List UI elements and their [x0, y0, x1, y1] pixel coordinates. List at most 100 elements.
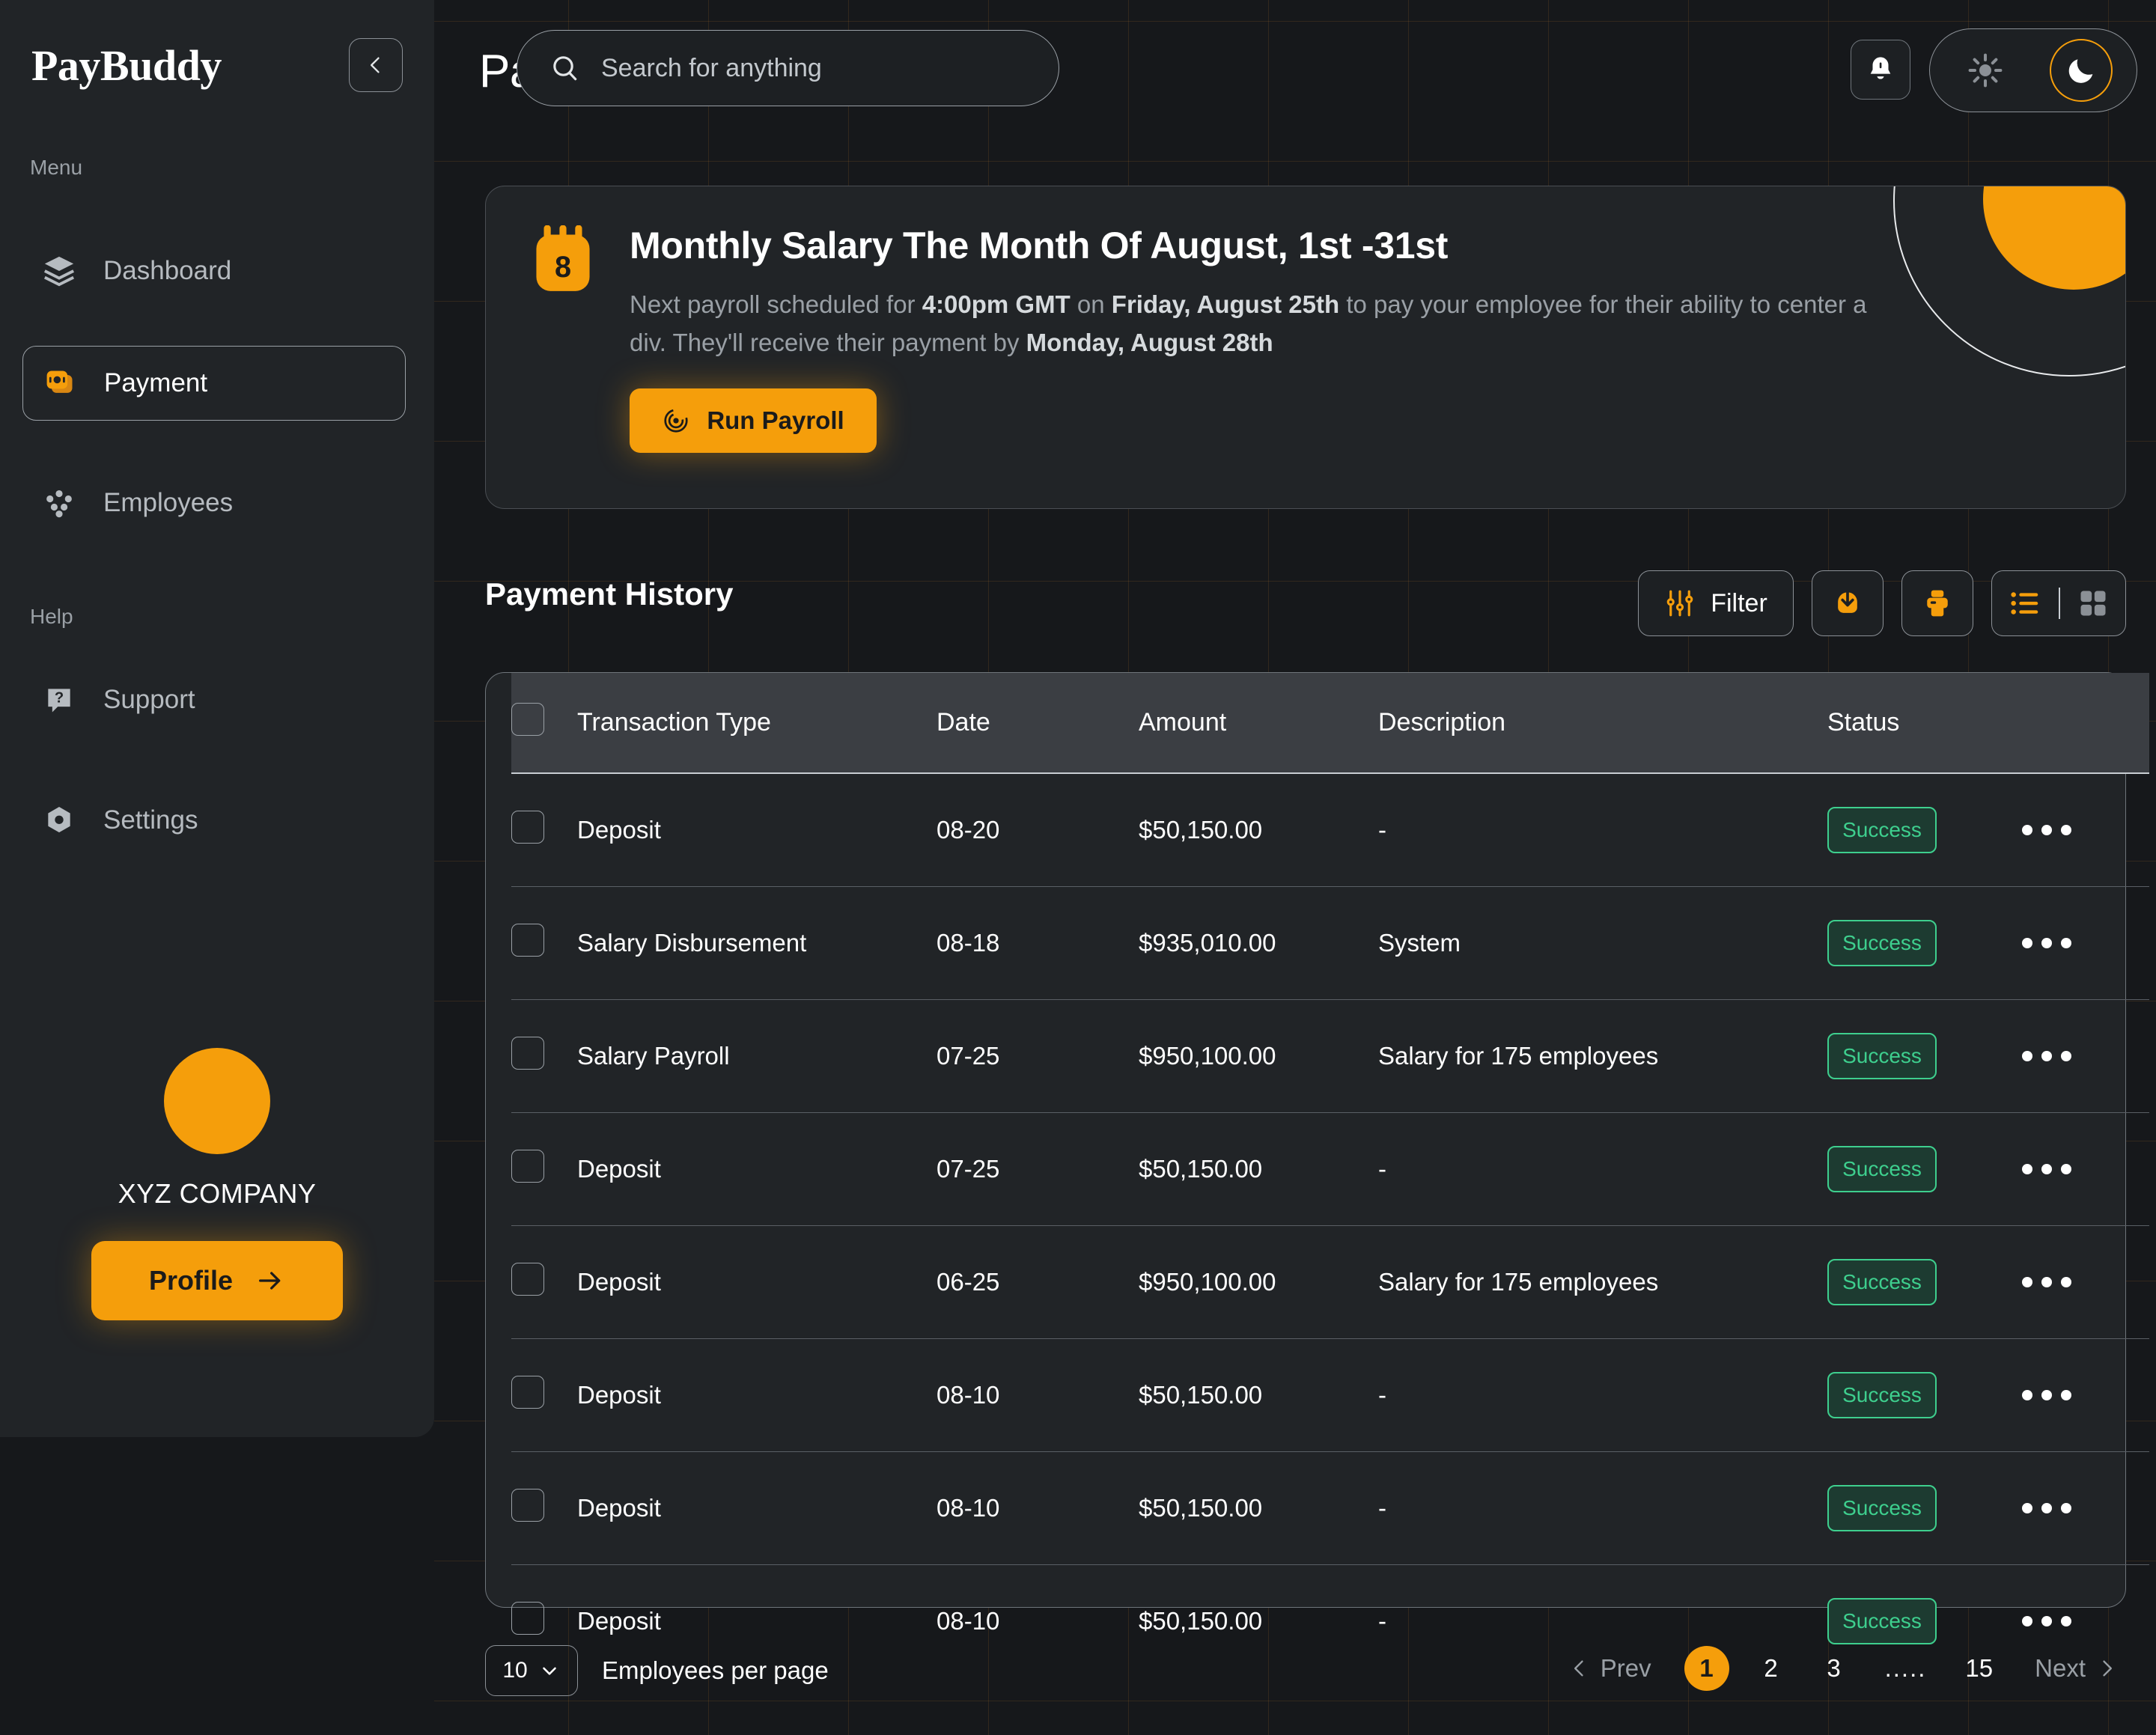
- layers-icon: [42, 254, 76, 288]
- pagination-next-label: Next: [2035, 1654, 2086, 1682]
- row-checkbox[interactable]: [511, 1376, 544, 1409]
- print-icon: [1927, 590, 1948, 617]
- list-view-icon[interactable]: [2008, 586, 2042, 620]
- run-payroll-button[interactable]: Run Payroll: [630, 388, 877, 454]
- table-row: Deposit 08-10 $50,150.00- Success: [511, 1338, 2149, 1452]
- sidebar-item-support[interactable]: ? Support: [22, 662, 406, 737]
- cell-actions: [2022, 1338, 2149, 1452]
- sidebar-item-dashboard[interactable]: Dashboard: [22, 234, 406, 308]
- cell-actions: [2022, 999, 2149, 1113]
- sun-icon: [1968, 53, 2003, 88]
- cell-amount: $50,150.00: [1139, 1451, 1378, 1565]
- theme-toggle[interactable]: [1929, 28, 2137, 112]
- table-body: Deposit 08-20 $50,150.00- Success Salary Dis…: [511, 773, 2149, 1677]
- question-chat-icon: ?: [42, 683, 76, 717]
- row-more-button[interactable]: [2022, 825, 2149, 835]
- cell-actions: [2022, 1112, 2149, 1226]
- cell-amount: $50,150.00: [1139, 1112, 1378, 1226]
- filter-button[interactable]: Filter: [1638, 570, 1794, 636]
- search-box[interactable]: [517, 30, 1059, 106]
- sidebar-item-payment[interactable]: Payment: [22, 346, 406, 421]
- row-select-cell: [511, 1451, 577, 1565]
- row-checkbox[interactable]: [511, 1489, 544, 1522]
- status-badge: Success: [1827, 807, 1937, 853]
- rows-per-page-select[interactable]: 10: [485, 1645, 578, 1696]
- pagination-page-15[interactable]: 15: [1956, 1645, 2002, 1692]
- print-button[interactable]: [1901, 570, 1973, 636]
- cell-date: 08-10: [937, 1607, 1000, 1635]
- profile-button[interactable]: Profile: [91, 1241, 343, 1320]
- row-more-button[interactable]: [2022, 1051, 2149, 1061]
- sidebar-menu-label: Menu: [30, 156, 83, 179]
- row-select-cell: [511, 1338, 577, 1452]
- select-all-checkbox[interactable]: [511, 703, 544, 736]
- row-checkbox[interactable]: [511, 811, 544, 844]
- search-icon: [553, 56, 577, 81]
- status-badge: Success: [1827, 1259, 1937, 1305]
- row-checkbox[interactable]: [511, 1037, 544, 1070]
- sidebar-item-employees[interactable]: Employees: [22, 466, 406, 540]
- cell-description: -: [1378, 1112, 1827, 1226]
- sidebar-item-settings[interactable]: Settings: [22, 783, 406, 858]
- row-more-button[interactable]: [2022, 1164, 2149, 1174]
- grid-view-icon[interactable]: [2077, 587, 2110, 620]
- pagination-next[interactable]: Next: [2026, 1645, 2126, 1692]
- sliders-icon: [1666, 590, 1693, 617]
- download-button[interactable]: [1812, 570, 1884, 636]
- row-select-cell: [511, 999, 577, 1113]
- run-payroll-label: Run Payroll: [707, 406, 844, 435]
- cell-status: Success: [1827, 1112, 2022, 1226]
- pagination-page-2[interactable]: 2: [1750, 1645, 1792, 1692]
- cell-status: Success: [1827, 1225, 2022, 1339]
- cell-amount: $50,150.00: [1139, 1338, 1378, 1452]
- row-more-button[interactable]: [2022, 938, 2149, 948]
- row-more-button[interactable]: [2022, 1277, 2149, 1287]
- row-checkbox[interactable]: [511, 1263, 544, 1296]
- cell-description: -: [1378, 773, 1827, 887]
- column-header-status[interactable]: Status: [1827, 673, 2022, 774]
- column-header-actions: [2022, 673, 2149, 774]
- cell-transaction-type: Deposit: [577, 1112, 937, 1226]
- column-header-amount[interactable]: Amount: [1139, 673, 1378, 774]
- status-badge: Success: [1827, 1033, 1937, 1079]
- row-select-cell: [511, 1112, 577, 1226]
- company-name: XYZ COMPANY: [118, 1178, 317, 1209]
- notifications-button[interactable]: [1851, 40, 1910, 100]
- pagination-page-1[interactable]: 1: [1684, 1646, 1729, 1691]
- banner-title: Monthly Salary The Month Of August, 1st …: [630, 225, 1449, 266]
- row-checkbox[interactable]: [511, 924, 544, 957]
- column-header-description[interactable]: Description: [1378, 673, 1827, 774]
- search-input[interactable]: [601, 53, 1026, 83]
- cell-description: System: [1378, 886, 1827, 1000]
- cell-date: 06-25: [937, 1225, 1139, 1339]
- pagination: Prev 1 2 3..... 15 Next: [1560, 1645, 2126, 1692]
- cell-status: Success: [1827, 1338, 2022, 1452]
- view-toggle[interactable]: [1991, 570, 2126, 636]
- sidebar-collapse-button[interactable]: [349, 38, 403, 92]
- pagination-prev[interactable]: Prev: [1560, 1645, 1660, 1692]
- row-more-button[interactable]: [2022, 1616, 2149, 1626]
- status-badge: Success: [1827, 1598, 1937, 1644]
- payroll-banner: 8 Monthly Salary The Month Of August, 1s…: [485, 186, 2126, 509]
- cell-date: 08-10: [937, 1451, 1139, 1565]
- row-checkbox[interactable]: [511, 1602, 544, 1635]
- brand-row: PayBuddy: [31, 36, 403, 94]
- payment-history-card: Transaction Type Date Amount Description…: [485, 672, 2149, 1644]
- table-toolbar: Filter: [1638, 570, 2126, 636]
- sidebar-item-label: Payment: [104, 368, 208, 397]
- cell-transaction-type: Deposit: [577, 1451, 937, 1565]
- column-header-transaction-type[interactable]: Transaction Type: [577, 673, 937, 774]
- pagination-page-3[interactable]: 3: [1813, 1645, 1855, 1692]
- row-more-button[interactable]: [2022, 1390, 2149, 1400]
- cell-description: Salary for 175 employees: [1378, 999, 1827, 1113]
- row-more-button[interactable]: [2022, 1503, 2149, 1513]
- theme-dark-option[interactable]: [2050, 39, 2113, 102]
- row-checkbox[interactable]: [511, 1150, 544, 1183]
- cell-date: 08-18: [937, 886, 1139, 1000]
- table-row: Salary Payroll 07-25 $950,100.00 Salary for…: [511, 999, 2149, 1113]
- rows-per-page-value: 10: [502, 1658, 528, 1683]
- row-select-cell: [511, 773, 577, 887]
- column-header-date[interactable]: Date: [937, 673, 1139, 774]
- people-icon: [42, 486, 76, 520]
- theme-light-option[interactable]: [1954, 39, 2017, 102]
